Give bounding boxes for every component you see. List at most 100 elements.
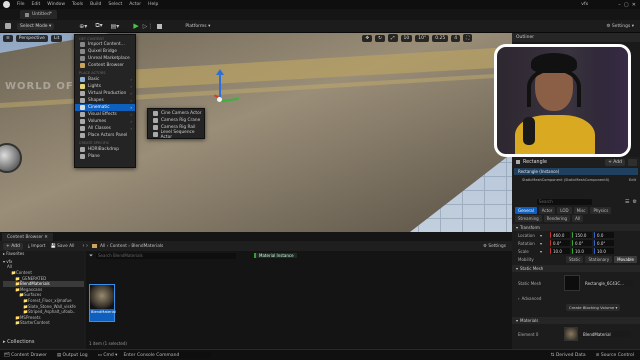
rotation-y-field[interactable]: 0.0° [572, 240, 592, 246]
grid-view-icon[interactable]: ☰ [625, 199, 629, 205]
cb-settings-button[interactable]: ⚙ Settings [483, 244, 506, 249]
chevron-down-icon[interactable]: ▾ [540, 241, 550, 246]
add-component-button[interactable]: + Add [605, 158, 625, 166]
menu-cinematic[interactable]: Cinematic › [75, 104, 135, 111]
material-thumbnail[interactable] [564, 327, 578, 341]
back-icon[interactable]: ‹ › [82, 243, 88, 249]
cb-add-button[interactable]: + Add [3, 242, 23, 250]
content-drawer-button[interactable]: 🗂 Content Drawer [4, 353, 47, 358]
tab-lod[interactable]: LOD [557, 206, 572, 214]
derived-data-button[interactable]: ⇅ Derived Data [551, 353, 586, 358]
tab-actor[interactable]: Actor [538, 206, 556, 214]
output-log-button[interactable]: ▤ Output Log [57, 353, 88, 358]
menu-unreal-marketplace[interactable]: Unreal Marketplace [75, 55, 135, 62]
menu-actor[interactable]: Actor [129, 2, 141, 7]
save-icon[interactable] [5, 23, 11, 29]
location-x-field[interactable]: 460.0 [550, 232, 570, 238]
blueprint-icon[interactable]: ⧉▾ [95, 22, 102, 30]
menu-camera-rig-crane[interactable]: Camera Rig Crane [148, 117, 204, 124]
menu-cine-camera-actor[interactable]: Cine Camera Actor [148, 110, 204, 117]
add-actor-icon[interactable]: ⊕▾ [79, 23, 87, 30]
cb-save-all-button[interactable]: 💾 Save All [50, 244, 74, 249]
source-control-button[interactable]: ⊘ Source Control [596, 353, 634, 358]
menu-virtual-production[interactable]: Virtual Production › [75, 90, 135, 97]
static-mesh-picker[interactable]: Rectangle_6C43C... [583, 280, 633, 286]
menu-visual-effects[interactable]: Visual Effects › [75, 111, 135, 118]
menu-all-classes[interactable]: All Classes › [75, 125, 135, 132]
filter-badge[interactable]: Material Instance [254, 253, 297, 258]
menu-quixel-bridge[interactable]: Quixel Bridge [75, 48, 135, 55]
menu-select[interactable]: Select [108, 2, 122, 7]
rotation-x-field[interactable]: 0.0° [550, 240, 570, 246]
angle-snap-value[interactable]: 10° [415, 34, 430, 42]
scale-x-field[interactable]: 10.0 [550, 248, 570, 254]
menu-build[interactable]: Build [90, 2, 101, 7]
menu-level-sequence-actor[interactable]: Level Sequence Actor [148, 130, 204, 140]
cb-import-button[interactable]: ⤓ Import [28, 244, 46, 249]
mesh-thumbnail[interactable] [564, 275, 580, 291]
materials-section-header[interactable]: ▾ Materials [512, 317, 640, 324]
edit-link[interactable]: Edit [629, 178, 636, 182]
maximize-viewport-icon[interactable]: ⛶ [463, 34, 473, 42]
location-y-field[interactable]: 150.0 [572, 232, 592, 238]
select-mode-button[interactable]: Select Mode ▾ [17, 22, 55, 30]
blueprint-icon[interactable] [628, 158, 637, 166]
menu-tools[interactable]: Tools [72, 2, 83, 7]
chevron-down-icon[interactable]: ▾ [540, 249, 550, 254]
camera-speed-value[interactable]: 4 [451, 34, 461, 42]
breadcrumb-blendmaterials[interactable]: BlendMaterials [131, 244, 163, 249]
transform-section-header[interactable]: ▾ Transform [512, 224, 640, 231]
tab-streaming[interactable]: Streaming [515, 214, 542, 222]
unreal-logo-icon[interactable] [3, 1, 10, 8]
menu-help[interactable]: Help [148, 2, 158, 7]
tab-misc[interactable]: Misc [573, 206, 589, 214]
mobility-stationary[interactable]: Stationary [585, 255, 613, 263]
menu-lights[interactable]: Lights › [75, 83, 135, 90]
tree-item[interactable]: 📁 StarterContent [3, 320, 84, 326]
advanced-row[interactable]: › Advanced [512, 294, 640, 302]
menu-edit[interactable]: Edit [32, 2, 41, 7]
breadcrumb-all[interactable]: All [100, 244, 105, 249]
window-controls[interactable]: – ▢ ✕ [618, 2, 636, 8]
cmd-button[interactable]: ▭ Cmd ▾ [98, 353, 118, 358]
menu-window[interactable]: Window [47, 2, 65, 7]
play-icon[interactable]: ▶ [133, 22, 138, 30]
cb-search-input[interactable]: Search BlendMaterials [96, 252, 237, 259]
menu-plane[interactable]: Plane [75, 153, 135, 160]
grid-snap-value[interactable]: 10 [400, 34, 413, 42]
asset-tile[interactable]: BlendMaterial [89, 284, 116, 322]
content-browser-tab-label[interactable]: Content Browser ✕ [2, 233, 53, 241]
menu-volumes[interactable]: Volumes › [75, 118, 135, 125]
play-options-icon[interactable]: ▷⋮ [143, 23, 154, 30]
gear-icon[interactable]: ⚙ [633, 199, 637, 205]
breadcrumb-content[interactable]: Content [110, 244, 127, 249]
menu-file[interactable]: File [17, 2, 25, 7]
scale-y-field[interactable]: 10.0 [572, 248, 592, 254]
menu-content-browser[interactable]: Content Browser [75, 62, 135, 69]
favorites-header[interactable]: ▸ Favorites [3, 251, 84, 257]
material-picker[interactable]: BlendMaterial [581, 331, 631, 337]
tab-all[interactable]: All [572, 214, 584, 222]
viewport-options-icon[interactable]: ≡ [3, 34, 13, 42]
static-mesh-section-header[interactable]: ▾ Static Mesh [512, 265, 640, 272]
create-blocking-volume-button[interactable]: Create Blocking Volume ▾ [566, 303, 621, 311]
details-search-input[interactable]: Search [537, 198, 592, 205]
chevron-down-icon[interactable]: ▾ [540, 233, 550, 238]
filter-icon[interactable]: ⏷ [89, 253, 93, 259]
project-tab[interactable]: Untitled* [20, 10, 58, 19]
menu-import-content[interactable]: Import Content... [75, 41, 135, 48]
component-row-instance[interactable]: Rectangle (Instance) [514, 168, 638, 175]
rotation-z-field[interactable]: 0.0° [594, 240, 614, 246]
platforms-button[interactable]: Platforms ▾ [182, 23, 213, 30]
scale-snap-value[interactable]: 0.25 [432, 34, 449, 42]
cinematics-icon[interactable]: ▤▾ [111, 23, 120, 30]
menu-shapes[interactable]: Shapes › [75, 97, 135, 104]
tab-general[interactable]: General [515, 206, 537, 214]
tab-rendering[interactable]: Rendering [543, 214, 571, 222]
mobility-static[interactable]: Static [566, 255, 584, 263]
gizmo-center[interactable] [217, 97, 222, 102]
translate-tool-icon[interactable]: ✥ [362, 34, 373, 42]
mobility-movable[interactable]: Movable [614, 255, 637, 263]
rotate-tool-icon[interactable]: ↻ [375, 34, 385, 42]
scale-tool-icon[interactable]: ⤢ [387, 34, 398, 42]
